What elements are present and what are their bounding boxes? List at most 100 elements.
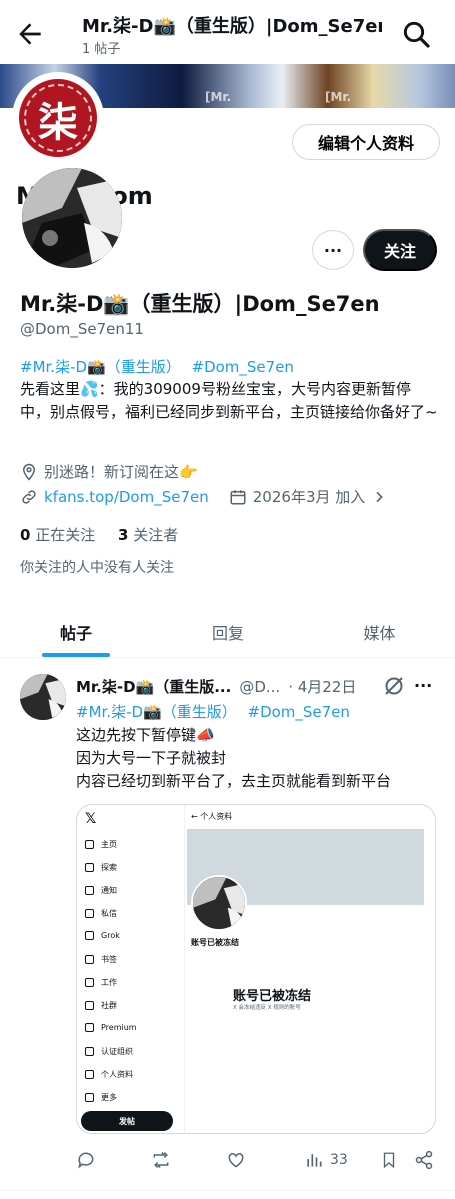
edit-profile-button[interactable]: 编辑个人资料	[292, 124, 440, 160]
shot-post-button: 发帖	[81, 1111, 173, 1131]
location-pin-icon	[22, 463, 36, 481]
avatar-photo-icon	[22, 168, 122, 268]
heart-icon	[228, 1152, 244, 1168]
reply-button[interactable]	[76, 1150, 96, 1170]
website-join-row: kfans.top/Dom_Se7en 2026年3月 加入	[20, 486, 387, 507]
top-header: Mr.柒-D📸（重生版）|Dom_Se7en 1 帖子	[0, 0, 455, 64]
bolt-icon	[85, 1047, 94, 1056]
post-actions: 33	[76, 1150, 436, 1174]
more-icon	[85, 1093, 94, 1102]
back-arrow-icon[interactable]	[14, 18, 46, 50]
following-label[interactable]: 正在关注	[35, 526, 95, 544]
post-text-line: 这边先按下暂停键📣	[76, 726, 215, 744]
bio-hashtag-link[interactable]: #Mr.柒-D📸（重生版）	[20, 358, 181, 376]
shot-nav-item: 更多	[85, 1092, 117, 1103]
profile-tabs: 帖子 回复 媒体	[0, 606, 455, 658]
bell-icon	[85, 886, 94, 895]
divider	[0, 1190, 455, 1191]
shot-nav-item: 书签	[85, 954, 117, 965]
bio-hashtag-link[interactable]: #Dom_Se7en	[192, 358, 294, 376]
views-chart-icon	[307, 1154, 322, 1167]
x-logo-icon: 𝕏	[85, 811, 97, 827]
post-header: Mr.柒-D📸（重生版... @D... · 4月22日	[76, 676, 356, 697]
location-row: 别迷路！新订阅在这👉	[20, 461, 198, 482]
shot-nav-item: Grok	[85, 931, 120, 940]
post-author-handle[interactable]: @D...	[239, 678, 280, 696]
shot-nav-item: 社群	[85, 1000, 117, 1011]
community-icon	[85, 1001, 94, 1010]
following-count[interactable]: 0	[20, 526, 30, 544]
post-hashtag-link[interactable]: #Mr.柒-D📸（重生版）	[76, 703, 237, 721]
views-button[interactable]: 33	[304, 1150, 348, 1170]
shot-frozen-title: 账号已被冻结	[233, 989, 312, 1004]
x-icon	[85, 1023, 94, 1032]
header-title: Mr.柒-D📸（重生版）|Dom_Se7en	[82, 16, 382, 37]
shot-frozen-subtitle: X 会冻结违反 X 规则的账号	[233, 1005, 301, 1011]
chevron-right-icon[interactable]	[371, 489, 387, 505]
banner-watermark: [Mr.	[325, 90, 352, 104]
grok-icon	[85, 931, 94, 940]
post-hashtags: #Mr.柒-D📸（重生版） #Dom_Se7en	[76, 701, 350, 722]
post-hashtag-link[interactable]: #Dom_Se7en	[248, 703, 350, 721]
followers-count[interactable]: 3	[118, 526, 128, 544]
mutual-followers-note: 你关注的人中没有人关注	[20, 560, 174, 576]
reply-icon	[78, 1152, 94, 1169]
share-button[interactable]	[414, 1150, 434, 1170]
avatar-photo-icon	[20, 674, 66, 720]
search-icon[interactable]	[400, 18, 432, 50]
follow-stats: 0 正在关注 3 关注者	[20, 524, 178, 545]
shot-nav-item: Premium	[85, 1023, 137, 1032]
shot-nav-item: 认证组织	[85, 1046, 133, 1057]
avatar-photo-icon	[193, 877, 245, 929]
repost-button[interactable]	[150, 1150, 172, 1170]
profile-avatar[interactable]	[22, 168, 122, 268]
shot-nav-item: 主页	[85, 839, 117, 850]
grok-icon[interactable]	[382, 674, 406, 698]
shot-nav-item: 探索	[85, 862, 117, 873]
post-media-image[interactable]: 𝕏 主页 探索 通知 私信 Grok 书签 工作 社群 Premium 认证组织…	[76, 804, 436, 1134]
tab-posts[interactable]: 帖子	[0, 606, 152, 658]
active-tab-indicator	[42, 653, 110, 657]
search-icon	[85, 863, 94, 872]
join-date: 2026年3月 加入	[252, 488, 366, 506]
tab-replies[interactable]: 回复	[152, 606, 304, 658]
post-more-icon[interactable]: ···	[414, 676, 432, 695]
post-text-line: 内容已经切到新平台了，去主页就能看到新平台	[76, 772, 392, 790]
shot-nav-item: 工作	[85, 977, 117, 988]
post-author-name[interactable]: Mr.柒-D📸（重生版...	[76, 676, 231, 697]
shot-avatar	[191, 875, 247, 931]
shot-sidebar: 𝕏 主页 探索 通知 私信 Grok 书签 工作 社群 Premium 认证组织…	[77, 805, 185, 1133]
shot-nav-item: 私信	[85, 908, 117, 919]
location-text: 别迷路！新订阅在这👉	[44, 463, 198, 481]
website-link[interactable]: kfans.top/Dom_Se7en	[44, 488, 209, 506]
followers-label[interactable]: 关注者	[133, 526, 178, 544]
shot-nav-item: 个人资料	[85, 1069, 133, 1080]
logo-glyph: 柒	[38, 99, 78, 146]
post-text-line: 因为大号一下子就被封	[76, 749, 227, 767]
more-options-button[interactable]: ···	[312, 230, 354, 270]
header-post-count: 1 帖子	[82, 42, 121, 57]
calendar-icon	[230, 489, 246, 504]
repost-icon	[153, 1151, 169, 1169]
shot-nav-item: 通知	[85, 885, 117, 896]
bookmark-icon	[383, 1152, 395, 1169]
display-name: Mr.柒-D📸（重生版）|Dom_Se7en	[20, 292, 380, 316]
link-icon	[22, 489, 36, 504]
mail-icon	[85, 909, 94, 918]
person-icon	[85, 1070, 94, 1079]
post-avatar[interactable]	[20, 674, 66, 720]
bio-text: 先看这里💦：我的309009号粉丝宝宝，大号内容更新暂停中，别点假号，福利已经同…	[20, 380, 438, 421]
banner-watermark: [Mr.	[205, 90, 232, 104]
like-button[interactable]	[226, 1150, 246, 1170]
shot-account-name: 账号已被冻结	[191, 938, 239, 947]
user-handle: @Dom_Se7en11	[20, 320, 144, 338]
follow-button[interactable]: 关注	[363, 229, 437, 271]
bookmark-button[interactable]	[380, 1150, 398, 1170]
home-icon	[85, 840, 94, 849]
post-date[interactable]: · 4月22日	[288, 676, 356, 697]
share-icon	[415, 1150, 433, 1170]
shot-profile-header: ← 个人资料	[191, 812, 233, 821]
bio-hashtags: #Mr.柒-D📸（重生版） #Dom_Se7en	[20, 356, 294, 377]
briefcase-icon	[85, 978, 94, 987]
tab-media[interactable]: 媒体	[304, 606, 455, 658]
